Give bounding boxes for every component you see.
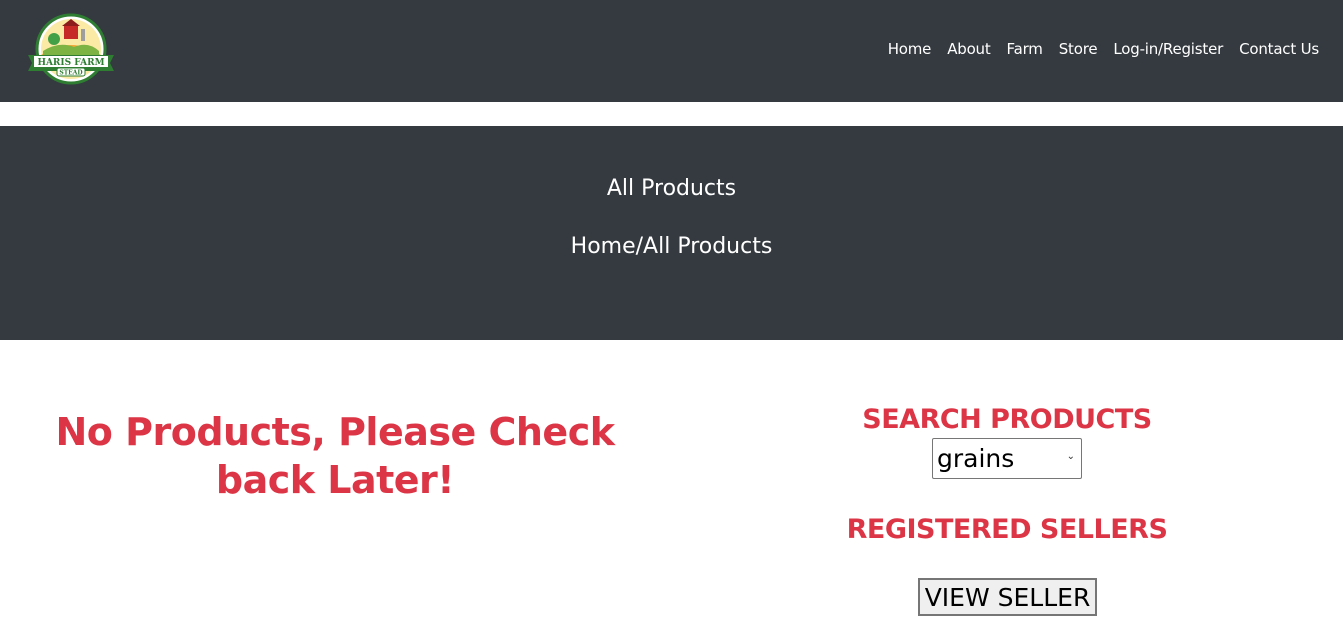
chevron-down-icon: ⌄ <box>1066 451 1075 462</box>
main-nav: Home About Farm Store Log-in/Register Co… <box>888 40 1320 58</box>
nav-about[interactable]: About <box>947 40 991 58</box>
nav-farm[interactable]: Farm <box>1007 40 1043 58</box>
breadcrumb: Home/All Products <box>570 234 773 259</box>
top-navbar: HARIS FARM STEAD Home About Farm Store L… <box>0 0 1343 102</box>
category-select[interactable]: grains ⌄ <box>932 438 1082 479</box>
haris-farm-stead-logo[interactable]: HARIS FARM STEAD <box>24 11 118 87</box>
logo-text-line2: STEAD <box>59 70 82 77</box>
logo-text-line1: HARIS FARM <box>37 58 104 68</box>
nav-login-register[interactable]: Log-in/Register <box>1113 40 1223 58</box>
category-select-value: grains <box>937 444 1015 473</box>
page-title: All Products <box>606 176 737 201</box>
nav-home[interactable]: Home <box>888 40 932 58</box>
no-products-message: No Products, Please Check back Later! <box>55 410 615 502</box>
nav-store[interactable]: Store <box>1059 40 1098 58</box>
registered-sellers-heading: REGISTERED SELLERS <box>846 514 1168 545</box>
view-seller-button[interactable]: VIEW SELLER <box>918 578 1097 616</box>
page-hero: All Products Home/All Products <box>0 126 1343 340</box>
search-products-heading: SEARCH PRODUCTS <box>862 404 1152 435</box>
nav-contact-us[interactable]: Contact Us <box>1239 40 1319 58</box>
